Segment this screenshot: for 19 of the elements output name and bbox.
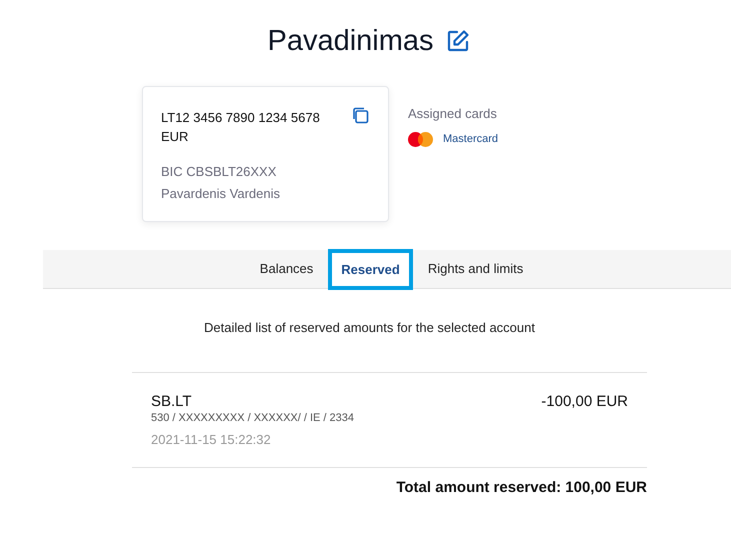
- edit-icon[interactable]: [446, 29, 470, 53]
- card-link[interactable]: Mastercard: [443, 131, 498, 148]
- transaction-details: 530 / XXXXXXXXX / XXXXXX/ / IE / 2334: [151, 410, 354, 424]
- copy-icon[interactable]: [352, 107, 369, 124]
- account-holder: Pavardenis Vardenis: [161, 185, 281, 203]
- page-title: Pavadinimas: [267, 24, 434, 59]
- tab[interactable]: Reserved: [328, 249, 413, 290]
- description-text: Detailed list of reserved amounts for the selected account: [203, 319, 536, 337]
- total-amount: Total amount reserved: 100,00 EUR: [395, 478, 647, 498]
- merchant-name: SB.LT: [151, 392, 193, 410]
- account-currency: EUR: [161, 128, 190, 146]
- assigned-cards-heading: Assigned cards: [408, 105, 498, 123]
- reserved-amount: -100,00 EUR: [541, 392, 628, 412]
- transaction-date: 2021-11-15 15:22:32: [151, 430, 272, 448]
- bic-code: BIC CBSBLT26XXX: [161, 163, 278, 181]
- card-logo-icon: [408, 132, 433, 147]
- account-number: LT12 3456 7890 1234 5678: [161, 109, 320, 127]
- tab[interactable]: Rights and limits: [418, 250, 532, 288]
- tab[interactable]: Balances: [250, 250, 322, 288]
